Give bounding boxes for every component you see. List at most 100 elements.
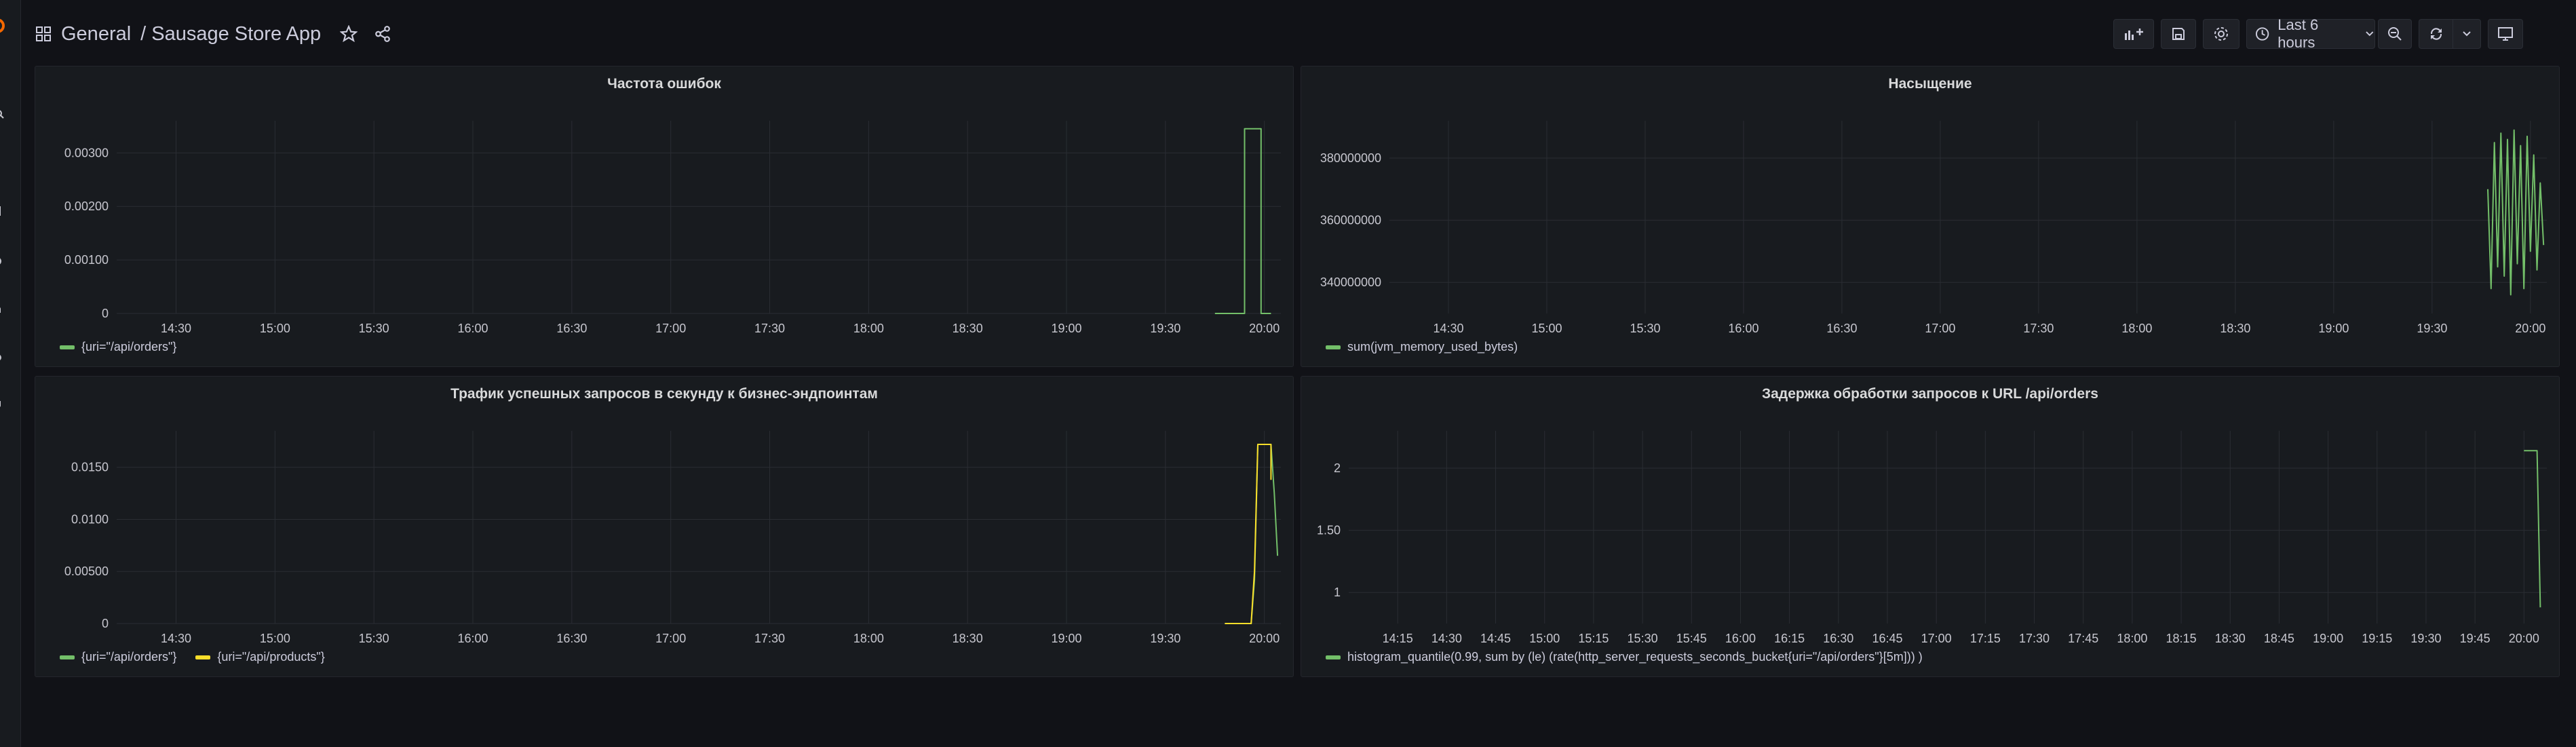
breadcrumb-separator: / — [140, 22, 147, 45]
panel-error-rate[interactable]: Частота ошибок 14:30 15:00 15:30 16:00 16:30… — [35, 66, 1294, 367]
x-tick-label: 16:30 — [556, 632, 587, 645]
time-picker-button[interactable]: Last 6 hours — [2246, 16, 2375, 51]
latency-chart[interactable]: 14:15 14:30 14:45 15:00 15:15 15:30 15:45 16:00… — [1301, 377, 2560, 678]
panel-legend: {uri="/api/orders"} {uri="/api/products"… — [60, 650, 325, 664]
panel-latency[interactable]: Задержка обработки запросов к URL /api/o… — [1301, 376, 2560, 677]
series-line[interactable] — [2524, 450, 2541, 608]
x-tick-label: 18:30 — [953, 322, 983, 335]
x-tick-label: 17:30 — [2023, 322, 2054, 335]
legend-label: sum(jvm_memory_used_bytes) — [1347, 340, 1518, 353]
x-tick-label: 15:00 — [1531, 322, 1562, 335]
dashboard-grid-icon — [36, 26, 51, 41]
x-tick-label: 14:30 — [1433, 322, 1463, 335]
legend-item[interactable]: {uri="/api/orders"} — [60, 650, 176, 664]
save-dashboard-button[interactable] — [2161, 19, 2196, 49]
x-tick-label: 17:45 — [2068, 632, 2098, 645]
x-tick-label: 15:30 — [359, 632, 389, 645]
panel-saturation[interactable]: Насыщение 14:30 15:00 15:30 16:00 16:30 17:00… — [1301, 66, 2560, 367]
legend-label: histogram_quantile(0.99, sum by (le) (ra… — [1347, 650, 1923, 664]
plus-icon[interactable] — [0, 160, 5, 170]
legend-swatch — [60, 345, 75, 349]
dashboards-icon[interactable] — [0, 206, 5, 216]
configuration-icon[interactable] — [0, 353, 5, 362]
legend-item[interactable]: histogram_quantile(0.99, sum by (le) (ra… — [1326, 650, 1923, 664]
x-tick-label: 15:30 — [359, 322, 389, 335]
y-tick-label: 2 — [1334, 461, 1341, 475]
breadcrumb-folder[interactable]: General — [61, 23, 131, 45]
traffic-chart[interactable]: 14:30 15:00 15:30 16:00 16:30 17:00 17:30 18:00… — [35, 377, 1294, 678]
x-tick-label: 20:00 — [1249, 632, 1280, 645]
zoom-out-button[interactable] — [2378, 19, 2412, 49]
dashboard-settings-button[interactable] — [2203, 19, 2239, 49]
x-tick-label: 19:00 — [1051, 322, 1081, 335]
shield-icon[interactable] — [0, 400, 5, 410]
grafana-logo-icon[interactable] — [0, 15, 8, 37]
x-tick-label: 17:00 — [655, 632, 686, 645]
x-tick-label: 18:00 — [2121, 322, 2152, 335]
x-tick-label: 19:15 — [2362, 632, 2392, 645]
dashboard-navbar: General / Sausage Store App Last 6 hours — [20, 0, 2576, 66]
x-tick-label: 17:30 — [754, 322, 785, 335]
refresh-interval-dropdown[interactable] — [2453, 19, 2481, 49]
x-tick-label: 19:30 — [2410, 632, 2441, 645]
clock-icon — [2255, 27, 2269, 41]
x-tick-label: 19:30 — [2417, 322, 2447, 335]
saturation-chart[interactable]: 14:30 15:00 15:30 16:00 16:30 17:00 17:30 18:00… — [1301, 66, 2560, 368]
legend-swatch — [195, 655, 211, 659]
x-tick-label: 20:00 — [1249, 322, 1280, 335]
x-tick-label: 14:30 — [1431, 632, 1462, 645]
x-tick-label: 19:30 — [1150, 322, 1180, 335]
legend-item[interactable]: {uri="/api/products"} — [195, 650, 325, 664]
y-tick-label: 0.00200 — [64, 199, 109, 213]
explore-icon[interactable] — [0, 256, 5, 266]
legend-swatch — [1326, 655, 1341, 659]
x-tick-label: 19:00 — [2313, 632, 2343, 645]
x-tick-label: 14:30 — [161, 632, 191, 645]
series-line[interactable] — [1214, 128, 1271, 314]
y-tick-label: 0 — [102, 307, 109, 320]
x-tick-label: 18:30 — [2220, 322, 2250, 335]
zoom-out-icon — [2388, 27, 2402, 41]
x-tick-label: 17:00 — [1925, 322, 1955, 335]
star-icon[interactable] — [340, 25, 358, 43]
y-tick-label: 0.00100 — [64, 253, 109, 267]
alerting-icon[interactable] — [0, 304, 5, 313]
x-tick-label: 14:15 — [1383, 632, 1413, 645]
x-tick-label: 18:00 — [2117, 632, 2147, 645]
x-tick-label: 15:15 — [1578, 632, 1609, 645]
x-tick-label: 16:30 — [556, 322, 587, 335]
refresh-icon — [2430, 28, 2442, 40]
error-rate-chart[interactable]: 14:30 15:00 15:30 16:00 16:30 17:00 17:30 18:00… — [35, 66, 1294, 368]
time-range-label: Last 6 hours — [2277, 16, 2319, 51]
search-icon[interactable] — [0, 110, 5, 119]
tv-mode-button[interactable] — [2488, 19, 2523, 49]
legend-item[interactable]: {uri="/api/orders"} — [60, 340, 176, 354]
x-tick-label: 18:30 — [953, 632, 983, 645]
share-icon[interactable] — [374, 25, 391, 43]
side-menu — [0, 0, 21, 747]
legend-label: {uri="/api/orders"} — [81, 340, 177, 353]
y-tick-label: 1 — [1334, 586, 1341, 599]
legend-label: {uri="/api/orders"} — [81, 650, 177, 664]
x-tick-label: 16:15 — [1774, 632, 1805, 645]
series-line[interactable] — [2487, 129, 2545, 296]
add-panel-icon — [2125, 28, 2143, 40]
x-tick-label: 20:00 — [2515, 322, 2545, 335]
gear-icon — [2214, 27, 2228, 41]
legend-label: {uri="/api/products"} — [217, 650, 325, 664]
x-tick-label: 16:00 — [1728, 322, 1758, 335]
x-tick-label: 16:00 — [1725, 632, 1756, 645]
x-tick-label: 19:45 — [2460, 632, 2491, 645]
panel-legend: histogram_quantile(0.99, sum by (le) (ra… — [1326, 650, 1923, 664]
y-tick-label: 360000000 — [1320, 214, 1381, 227]
add-panel-button[interactable] — [2113, 19, 2154, 49]
x-tick-label: 15:30 — [1628, 632, 1658, 645]
dashboard-title[interactable]: Sausage Store App — [151, 23, 321, 45]
refresh-button[interactable] — [2419, 19, 2453, 49]
legend-item[interactable]: sum(jvm_memory_used_bytes) — [1326, 340, 1518, 354]
panel-traffic[interactable]: Трафик успешных запросов в секунду к биз… — [35, 376, 1294, 677]
series-line[interactable] — [1225, 444, 1279, 624]
x-tick-label: 15:45 — [1676, 632, 1707, 645]
breadcrumb: General / Sausage Store App — [35, 20, 391, 47]
x-tick-label: 16:00 — [457, 632, 488, 645]
